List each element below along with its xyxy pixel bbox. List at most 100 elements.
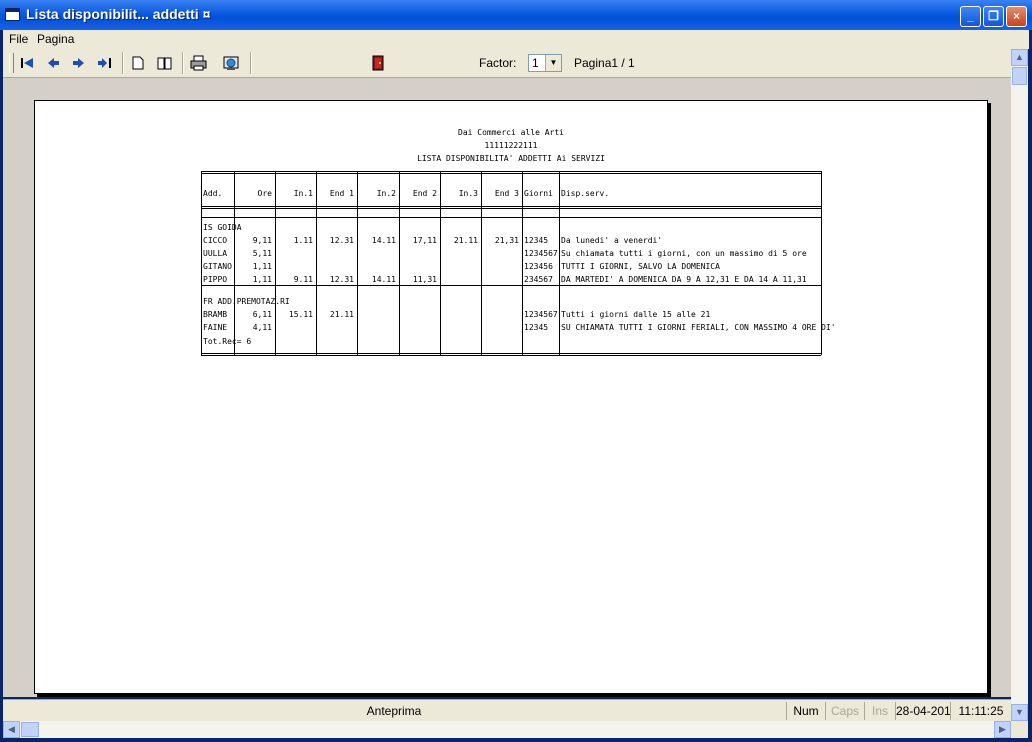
status-bar: Anteprima Num Caps Ins 28-04-2016 11:11:… [3,699,1011,722]
app-icon [5,8,20,21]
toolbar-separator [250,52,252,74]
cell-disp: SU CHIAMATA TUTTI I GIORNI FERIALI, CON … [561,323,836,332]
toolbar-grip[interactable] [9,53,14,73]
vertical-scroll-thumb[interactable] [1012,67,1027,85]
cell-giorni: 12345 [524,323,549,332]
status-ins: Ins [864,702,895,720]
next-page-icon[interactable] [68,52,90,74]
cell-giorni: 123456 [524,262,553,271]
resize-grip[interactable] [1011,721,1028,738]
cell-add: GITANO [203,262,232,271]
cell-in2: 14.11 [371,236,396,245]
two-pages-icon[interactable] [154,52,176,74]
single-page-icon[interactable] [127,52,149,74]
cell-end2: 11,31 [412,275,437,284]
preview-viewport[interactable]: Dai Commerci alle Arti 11111222111 LISTA… [3,78,1011,697]
group-name: FR ADD.PREMOTAZ.RI [203,297,290,306]
cell-disp: Da lunedi' a venerdi' [561,236,663,245]
status-time: 11:11:25 [950,702,1011,720]
close-button[interactable]: × [1006,6,1027,27]
header-add: Add. [203,189,223,198]
cell-in1: 15.11 [288,310,313,319]
cell-end2: 17,11 [412,236,437,245]
status-num: Num [786,702,825,720]
chevron-down-icon[interactable]: ▼ [545,55,561,71]
col-line [275,171,276,355]
header-end2: End 2 [412,189,437,198]
report-page: Dai Commerci alle Arti 11111222111 LISTA… [34,100,988,694]
title-bar[interactable]: Lista disponibilit... addetti ¤ _ ❐ × [0,0,1032,30]
scroll-down-icon[interactable]: ▼ [1011,704,1028,721]
cell-end1: 21.11 [329,310,354,319]
horizontal-scrollbar[interactable]: ◀ ▶ [3,721,1011,738]
cell-ore: 1,11 [252,275,272,284]
cell-ore: 5,11 [252,249,272,258]
cell-ore: 4,11 [252,323,272,332]
total-records: Tot.Rec= 6 [203,337,252,346]
horizontal-scroll-thumb[interactable] [21,722,39,737]
header-end3: End 3 [494,189,519,198]
cell-giorni: 1234567 [524,249,558,258]
vertical-scrollbar[interactable]: ▲ ▼ [1011,49,1028,721]
status-date: 28-04-2016 [895,702,950,720]
report-code: 11111222111 [484,141,538,150]
header-in1: In.1 [293,189,313,198]
table-header-rule [201,206,821,209]
report-title: Dai Commerci alle Arti [458,128,564,137]
col-line [399,171,400,355]
export-icon[interactable] [221,52,243,74]
cell-giorni: 12345 [524,236,549,245]
table-bottom-rule [201,353,821,356]
cell-in3: 21.11 [453,236,478,245]
cell-in1: 1.11 [293,236,313,245]
menu-bar: File Pagina [3,30,1029,49]
cell-add: PIPPO [203,275,228,284]
cell-add: UULLA [203,249,228,258]
col-line [201,171,202,355]
cell-disp: Tutti i giorni dalle 15 alle 21 [561,310,711,319]
cell-in2: 14.11 [371,275,396,284]
header-disp-serv: Disp.serv. [561,189,610,198]
cell-giorni: 1234567 [524,310,558,319]
col-line [234,171,235,355]
menu-file[interactable]: File [9,32,28,46]
group-separator [201,285,821,286]
scroll-left-icon[interactable]: ◀ [3,721,20,738]
cell-giorni: 234567 [524,275,553,284]
header-ore: Ore [257,189,272,198]
cell-end3: 21,31 [494,236,519,245]
toolbar-separator [182,52,184,74]
window-title: Lista disponibilit... addetti ¤ [26,6,211,22]
cell-in1: 9.11 [293,275,313,284]
header-in2: In.2 [376,189,396,198]
col-line [357,171,358,355]
group-name: IS GOIDA [203,223,242,232]
col-line [522,171,523,355]
col-line [440,171,441,355]
page-indicator: Pagina1 / 1 [574,56,635,70]
status-mode: Anteprima [366,704,422,718]
header-giorni: Giorni [524,189,553,198]
first-page-icon[interactable] [16,52,38,74]
last-page-icon[interactable] [94,52,116,74]
minimize-button[interactable]: _ [960,6,981,27]
cell-disp: TUTTI I GIORNI, SALVO LA DOMENICA [561,262,720,271]
exit-icon[interactable] [367,52,389,74]
col-line [481,171,482,355]
status-caps: Caps [825,702,864,720]
col-line [559,171,560,355]
scroll-right-icon[interactable]: ▶ [994,721,1011,738]
print-icon[interactable] [188,52,210,74]
factor-select[interactable]: 1 ▼ [528,54,562,72]
menu-pagina[interactable]: Pagina [37,32,74,46]
factor-label: Factor: [479,56,517,70]
cell-ore: 9,11 [252,236,272,245]
toolbar-separator [122,52,124,74]
cell-add: CICCO [203,236,228,245]
prev-page-icon[interactable] [42,52,64,74]
table-top-rule [201,171,821,174]
cell-add: BRAMB [203,310,228,319]
maximize-button[interactable]: ❐ [983,6,1004,27]
scroll-up-icon[interactable]: ▲ [1011,49,1028,66]
cell-ore: 6,11 [252,310,272,319]
